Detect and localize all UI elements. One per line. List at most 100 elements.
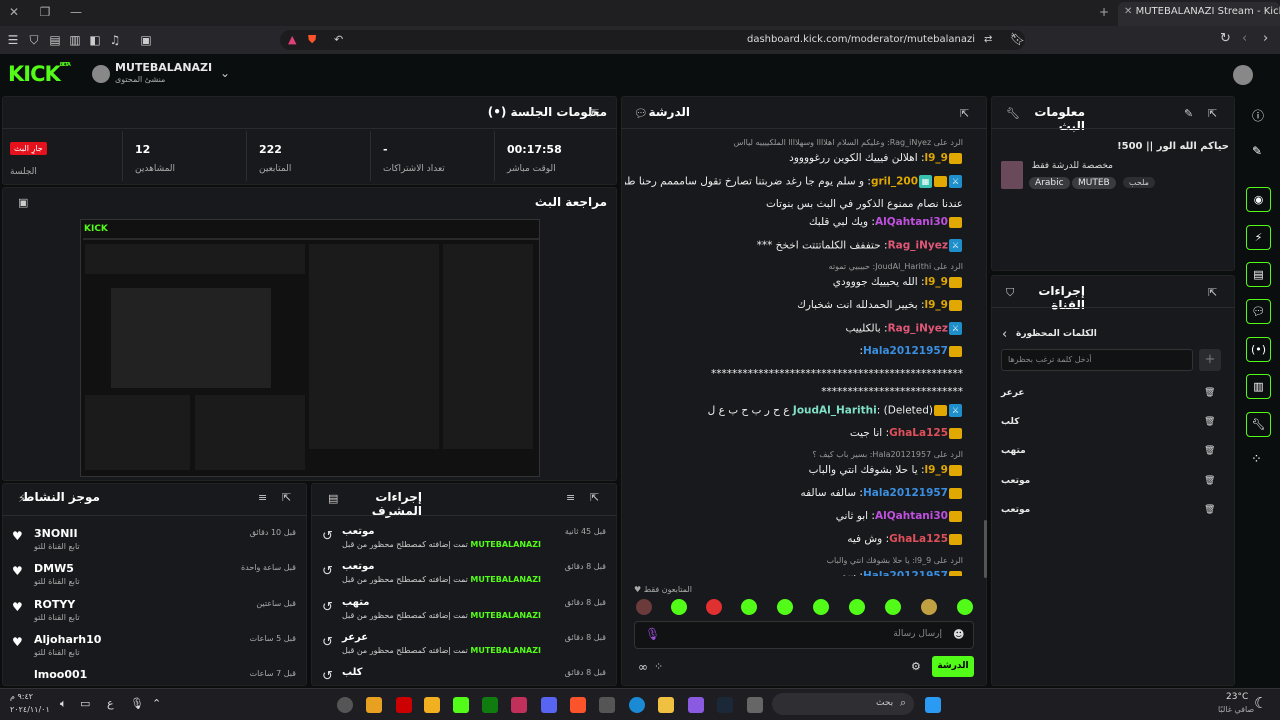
- discord-icon[interactable]: [541, 697, 557, 713]
- popout-icon[interactable]: ⇱: [1208, 286, 1217, 299]
- undo-icon[interactable]: ↶: [334, 33, 343, 46]
- chat-username[interactable]: Rag_iNyez: [888, 240, 948, 252]
- forward-icon[interactable]: ‹: [1242, 31, 1247, 46]
- chat-username[interactable]: l9_9: [925, 152, 948, 164]
- restore-window-icon[interactable]: ❐: [37, 5, 53, 21]
- trash-icon[interactable]: 🗑︎: [1204, 476, 1215, 486]
- new-tab-icon[interactable]: +: [1096, 5, 1112, 21]
- add-word-button[interactable]: +: [1199, 349, 1221, 371]
- preview-frame-icon[interactable]: ▣: [18, 196, 28, 209]
- chat-bubble-icon[interactable]: 💬︎: [1246, 299, 1271, 324]
- lightning-icon[interactable]: ⚡︎: [1246, 225, 1271, 250]
- settings-icon[interactable]: ⚙︎: [911, 660, 921, 673]
- chat-username[interactable]: l9_9: [925, 299, 948, 311]
- chevron-left-icon[interactable]: ‹: [1002, 327, 1007, 342]
- minimize-window-icon[interactable]: —: [68, 5, 84, 21]
- trash-icon[interactable]: 🗑︎: [1204, 388, 1215, 398]
- tag-extra[interactable]: ملحب: [1123, 177, 1155, 188]
- menu-icon[interactable]: ☰: [5, 32, 21, 48]
- undo-icon[interactable]: ↺: [322, 600, 333, 615]
- music-icon[interactable]: ♫: [107, 32, 123, 48]
- filter-icon[interactable]: ≡: [566, 491, 575, 504]
- chat-username[interactable]: JoudAl_Harithi: [793, 405, 877, 417]
- app-icon[interactable]: [511, 697, 527, 713]
- browser-tab[interactable]: ✕ MUTEBALANAZI Stream - Kick K: [1118, 2, 1280, 26]
- chat-username[interactable]: gril_200: [871, 176, 918, 188]
- chat-username[interactable]: Hala20121957: [863, 487, 948, 499]
- brave-icon[interactable]: [570, 697, 586, 713]
- wallet-icon[interactable]: ▤: [47, 32, 63, 48]
- chat-username[interactable]: Hala20121957: [863, 570, 948, 576]
- app-icon[interactable]: [366, 697, 382, 713]
- tag-arabic[interactable]: Arabic: [1029, 177, 1070, 189]
- xbox-icon[interactable]: [482, 697, 498, 713]
- emoji-icon[interactable]: ☻: [953, 628, 964, 641]
- popout-icon[interactable]: ⇱: [1208, 107, 1217, 120]
- chat-username[interactable]: Rag_iNyez: [888, 323, 948, 335]
- chat-username[interactable]: AlQahtani30: [875, 510, 948, 522]
- emote-icon[interactable]: [671, 599, 687, 615]
- chat-username[interactable]: l9_9: [925, 464, 948, 476]
- undo-icon[interactable]: ↺: [322, 669, 333, 684]
- chat-username[interactable]: AlQahtani30: [875, 216, 948, 228]
- chat-scrollbar[interactable]: [984, 520, 987, 578]
- trash-icon[interactable]: 🗑︎: [1204, 446, 1215, 456]
- close-window-icon[interactable]: ✕: [6, 5, 22, 21]
- emote-icon[interactable]: [706, 599, 722, 615]
- notifications-icon[interactable]: ▭: [80, 697, 90, 710]
- reload-icon[interactable]: ↻: [1220, 31, 1231, 46]
- filter-icon[interactable]: ≡: [258, 491, 267, 504]
- undo-icon[interactable]: ↺: [322, 635, 333, 650]
- wrench-icon[interactable]: 🔧︎: [1246, 412, 1271, 437]
- edit-icon[interactable]: ✎: [1184, 107, 1193, 120]
- edge-icon[interactable]: [629, 697, 645, 713]
- volume-icon[interactable]: 🔈︎: [60, 697, 67, 711]
- obs-icon[interactable]: [337, 697, 353, 713]
- chat-username[interactable]: l9_9: [925, 276, 948, 288]
- undo-icon[interactable]: ↺: [322, 564, 333, 579]
- mic-icon[interactable]: 🎙︎: [130, 697, 144, 710]
- popout-icon[interactable]: ⇱: [282, 491, 291, 504]
- app-icon[interactable]: [747, 697, 763, 713]
- emote-icon[interactable]: [885, 599, 901, 615]
- share-icon[interactable]: ⇄: [984, 34, 992, 45]
- undo-icon[interactable]: ↺: [322, 529, 333, 544]
- windows-start-icon[interactable]: [925, 697, 941, 713]
- reader-icon[interactable]: ▥: [67, 32, 83, 48]
- user-avatar[interactable]: [1233, 65, 1253, 85]
- chat-username[interactable]: Hala20121957: [863, 345, 948, 357]
- trash-icon[interactable]: 🗑︎: [1204, 505, 1215, 515]
- chat-username[interactable]: GhaLa125: [889, 427, 948, 439]
- kick-logo[interactable]: KICKBETA: [8, 62, 71, 86]
- camera-icon[interactable]: ◉: [1246, 187, 1271, 212]
- trash-icon[interactable]: 🗑︎: [1204, 417, 1215, 427]
- shield-icon[interactable]: ⛉: [26, 32, 42, 48]
- back-icon[interactable]: ›: [1263, 31, 1268, 46]
- sidebar-icon[interactable]: ◧: [87, 32, 103, 48]
- close-tab-icon[interactable]: ✕: [1124, 6, 1132, 17]
- avatar[interactable]: [92, 65, 110, 83]
- layout-icon[interactable]: ▥: [1246, 374, 1271, 399]
- language-icon[interactable]: ع: [107, 697, 114, 710]
- rewards-icon[interactable]: ▲: [288, 33, 296, 46]
- app-icon[interactable]: [688, 697, 704, 713]
- steam-icon[interactable]: [717, 697, 733, 713]
- popout-icon[interactable]: ⇱: [590, 491, 599, 504]
- app-icon[interactable]: [424, 697, 440, 713]
- emote-icon[interactable]: [777, 599, 793, 615]
- emote-icon[interactable]: [741, 599, 757, 615]
- emote-icon[interactable]: [921, 599, 937, 615]
- dots-icon[interactable]: ⁘: [1251, 452, 1262, 467]
- netflix-icon[interactable]: [396, 697, 412, 713]
- emote-icon[interactable]: [636, 599, 652, 615]
- screenshot-icon[interactable]: ▣: [138, 32, 154, 48]
- store-icon[interactable]: [599, 697, 615, 713]
- chevron-down-icon[interactable]: ⌄: [220, 66, 230, 80]
- brave-shield-icon[interactable]: ⛊: [308, 33, 316, 47]
- mic-icon[interactable]: 🎙︎: [645, 627, 660, 641]
- broadcast-icon[interactable]: (•): [1246, 337, 1271, 362]
- stream-preview-video[interactable]: KICK: [80, 219, 540, 477]
- popout-icon[interactable]: ⇱: [590, 107, 599, 120]
- chat-username[interactable]: GhaLa125: [889, 533, 948, 545]
- tag-muteb[interactable]: MUTEB: [1072, 177, 1116, 189]
